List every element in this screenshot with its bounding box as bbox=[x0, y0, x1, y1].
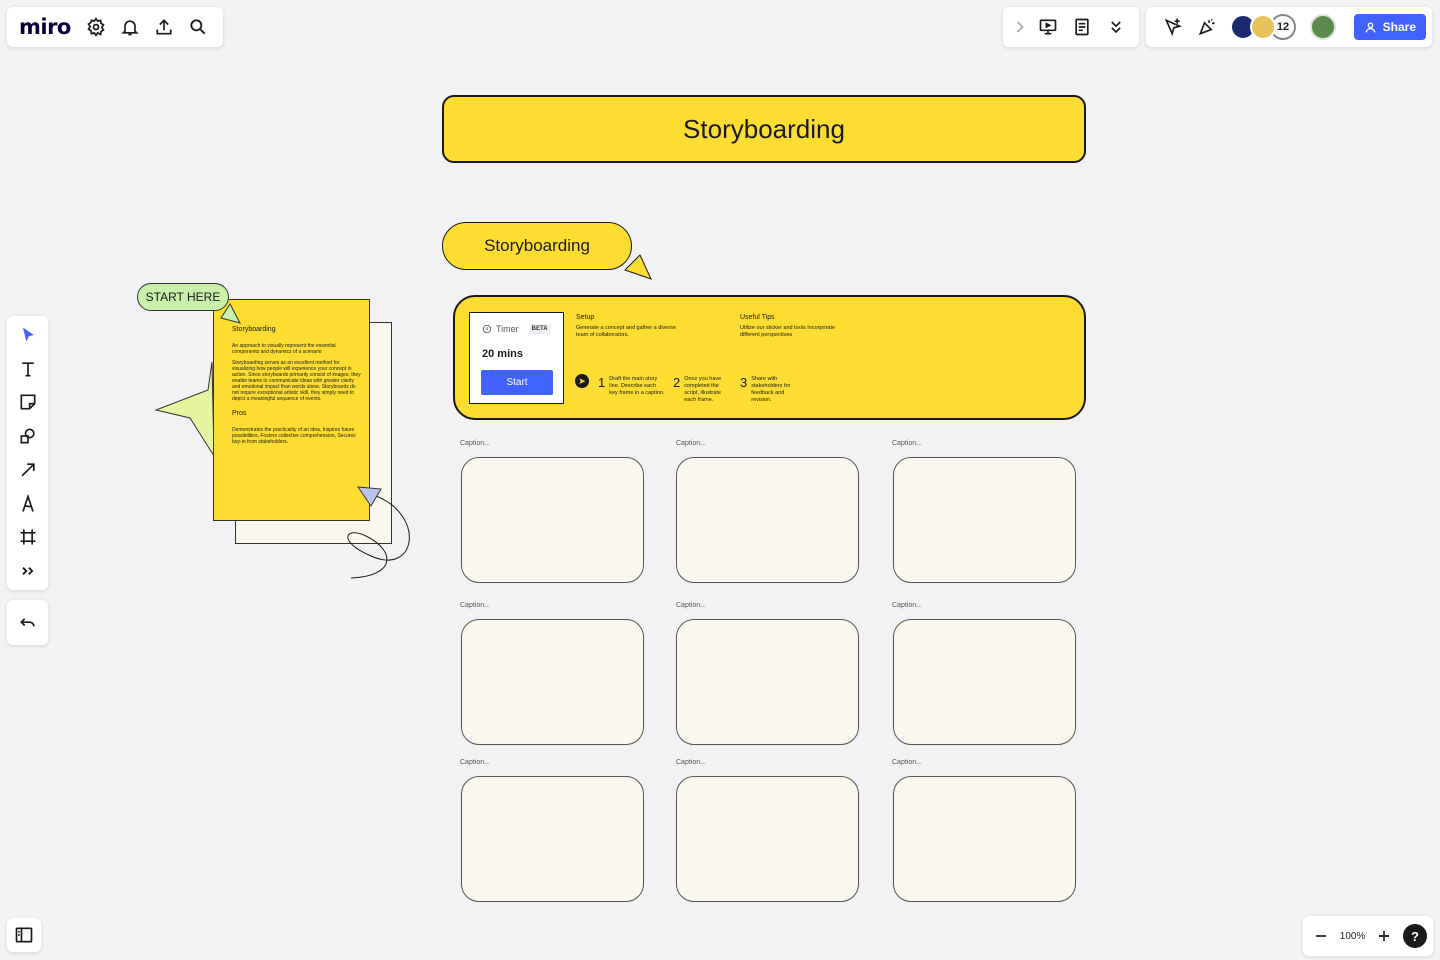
frame-caption[interactable]: Caption... bbox=[892, 602, 922, 609]
note-pros-title: Pros bbox=[232, 410, 247, 417]
cursor-follow-icon[interactable] bbox=[1156, 10, 1190, 44]
text-tool-icon[interactable] bbox=[11, 352, 45, 386]
avatar[interactable] bbox=[1250, 14, 1276, 40]
frame-caption[interactable]: Caption... bbox=[676, 440, 706, 447]
help-button[interactable]: ? bbox=[1402, 924, 1427, 948]
celebrate-icon[interactable] bbox=[1190, 10, 1224, 44]
pointer-arrow bbox=[356, 486, 382, 507]
collaborators[interactable]: 12 bbox=[1230, 14, 1296, 40]
zoom-level[interactable]: 100% bbox=[1340, 931, 1366, 942]
bell-icon[interactable] bbox=[113, 10, 147, 44]
step-3: 3 Share with stakeholders for feedback a… bbox=[740, 376, 801, 404]
step-text: Share with stakeholders for feedback and… bbox=[751, 376, 791, 403]
note-pros-text: Demonstrates the practicality of an idea… bbox=[232, 427, 356, 445]
step-number: 2 bbox=[673, 375, 681, 390]
arrow-right-icon: ➤ bbox=[575, 374, 589, 388]
tips-title: Useful Tips bbox=[740, 314, 775, 321]
more-tools-icon[interactable] bbox=[11, 554, 45, 588]
top-left-toolbar: miro bbox=[7, 7, 223, 47]
search-icon[interactable] bbox=[181, 10, 215, 44]
storyboard-frame[interactable] bbox=[676, 619, 859, 745]
board-title[interactable]: Storyboarding bbox=[442, 95, 1086, 163]
frame-caption[interactable]: Caption... bbox=[460, 602, 490, 609]
setup-text: Generate a concept and gather a diverse … bbox=[576, 325, 676, 338]
storyboard-frame[interactable] bbox=[461, 619, 644, 745]
storyboard-frame[interactable] bbox=[893, 457, 1076, 583]
current-user-avatar[interactable] bbox=[1310, 14, 1336, 40]
frame-caption[interactable]: Caption... bbox=[892, 440, 922, 447]
left-toolbar bbox=[7, 316, 48, 590]
storyboard-frame[interactable] bbox=[676, 457, 859, 583]
zoom-out-icon[interactable] bbox=[1309, 919, 1333, 953]
instructions-panel[interactable]: Timer BETA 20 mins Start Setup Generate … bbox=[453, 295, 1086, 420]
section-title-bubble[interactable]: Storyboarding bbox=[442, 222, 632, 270]
connector-arrow-icon[interactable] bbox=[11, 453, 45, 487]
storyboard-frame[interactable] bbox=[461, 776, 644, 902]
timer-value[interactable]: 20 mins bbox=[482, 348, 523, 360]
storyboard-frame[interactable] bbox=[676, 776, 859, 902]
bottom-left-panel bbox=[7, 918, 41, 952]
double-chevron-down-icon[interactable] bbox=[1099, 10, 1133, 44]
user-icon bbox=[1365, 22, 1376, 33]
timer-start-button[interactable]: Start bbox=[481, 370, 553, 395]
storyboard-frame[interactable] bbox=[893, 776, 1076, 902]
note-body: Storyboarding serves as an excellent met… bbox=[232, 360, 361, 402]
chevron-right-icon[interactable] bbox=[1009, 10, 1031, 44]
undo-icon[interactable] bbox=[11, 606, 45, 640]
undo-panel bbox=[7, 600, 48, 645]
frame-caption[interactable]: Caption... bbox=[460, 759, 490, 766]
frame-caption[interactable]: Caption... bbox=[676, 602, 706, 609]
top-right-toolbar: 12 Share bbox=[1146, 7, 1432, 47]
step-number: 1 bbox=[598, 375, 606, 390]
setup-title: Setup bbox=[576, 314, 595, 321]
tag-tail-arrow bbox=[220, 303, 241, 324]
step-1: 1 Draft the main story line. Describe ea… bbox=[598, 376, 665, 397]
miro-logo[interactable]: miro bbox=[19, 15, 71, 39]
frame-caption[interactable]: Caption... bbox=[892, 759, 922, 766]
top-middle-toolbar bbox=[1003, 7, 1139, 47]
share-label: Share bbox=[1382, 20, 1416, 34]
storyboard-frame[interactable] bbox=[893, 619, 1076, 745]
step-text: Draft the main story line. Describe each… bbox=[609, 376, 665, 396]
zoom-in-icon[interactable] bbox=[1372, 919, 1396, 953]
beta-badge: BETA bbox=[528, 324, 551, 334]
shapes-icon[interactable] bbox=[11, 419, 45, 453]
sticky-note-icon[interactable] bbox=[11, 386, 45, 420]
step-2: 2 Once you have completed the script, il… bbox=[673, 376, 734, 404]
frame-caption[interactable]: Caption... bbox=[460, 440, 490, 447]
note-title: Storyboarding bbox=[232, 326, 276, 333]
starburst-shape[interactable] bbox=[150, 360, 220, 460]
upload-icon[interactable] bbox=[147, 10, 181, 44]
select-cursor-icon[interactable] bbox=[11, 318, 45, 352]
share-button[interactable]: Share bbox=[1353, 14, 1426, 40]
bubble-tail-arrow bbox=[624, 254, 652, 280]
settings-icon[interactable] bbox=[79, 10, 113, 44]
sidebar-toggle-icon[interactable] bbox=[7, 918, 41, 952]
frame-caption[interactable]: Caption... bbox=[676, 759, 706, 766]
step-number: 3 bbox=[740, 375, 748, 390]
presentation-icon[interactable] bbox=[1031, 10, 1065, 44]
frame-icon[interactable] bbox=[11, 521, 45, 555]
notes-icon[interactable] bbox=[1065, 10, 1099, 44]
clock-icon bbox=[482, 324, 492, 334]
storyboard-frame[interactable] bbox=[461, 457, 644, 583]
pen-icon[interactable] bbox=[11, 487, 45, 521]
zoom-panel: 100% ? bbox=[1303, 916, 1433, 956]
tips-text: Utilize our sticker and tools Incorporat… bbox=[740, 325, 836, 338]
timer-header: Timer BETA bbox=[482, 324, 551, 334]
step-text: Once you have completed the script, illu… bbox=[684, 376, 722, 403]
timer-widget[interactable]: Timer BETA 20 mins Start bbox=[469, 312, 564, 404]
start-here-tag[interactable]: START HERE bbox=[137, 283, 229, 311]
note-intro: An approach to visually represent the es… bbox=[232, 343, 336, 355]
timer-label: Timer bbox=[496, 324, 519, 334]
